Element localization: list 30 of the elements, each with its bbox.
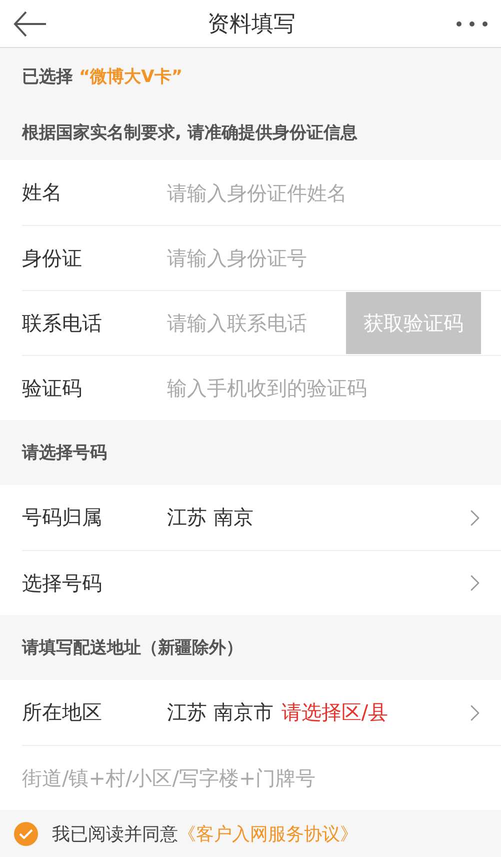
agreement-text: 我已阅读并同意 [52,822,178,846]
get-code-button[interactable]: 获取验证码 [346,292,481,354]
page-title: 资料填写 [208,10,296,38]
agreement-link[interactable]: 《客户入网服务协议》 [178,822,358,846]
input-field[interactable]: 请输入联系电话 [167,311,346,335]
selected-plan: “微博大V卡” [79,66,183,88]
select-hint: 请选择区/县 [281,699,388,726]
notice-text: 根据国家实名制要求, 请准确提供身份证信息 [22,122,358,144]
check-icon [19,828,33,838]
selection-label: 已选择 [22,66,73,88]
section-heading: 请选择号码 [22,442,108,464]
input-field[interactable]: 请输入身份证号 [167,246,501,270]
field-label: 验证码 [22,374,83,402]
more-icon [455,20,489,28]
field-label: 所在地区 [22,699,103,726]
field-label: 号码归属 [22,504,103,531]
input-field[interactable]: 输入手机收到的验证码 [167,376,501,400]
selected-value: 江苏 南京市 [167,699,274,726]
more-button[interactable] [455,20,489,28]
back-button[interactable] [12,10,48,38]
address-field[interactable]: 街道/镇+村/小区/写字楼+门牌号 [22,766,501,790]
field-label: 选择号码 [22,570,103,596]
field-label: 身份证 [22,244,83,272]
input-field[interactable]: 请输入身份证件姓名 [167,180,501,204]
field-label: 姓名 [22,179,63,206]
selected-value: 江苏 南京 [167,504,254,531]
section-heading: 请填写配送地址（新疆除外） [22,637,244,659]
back-arrow-icon [12,10,48,38]
agree-checkbox[interactable] [14,822,38,846]
field-label: 联系电话 [22,310,103,336]
